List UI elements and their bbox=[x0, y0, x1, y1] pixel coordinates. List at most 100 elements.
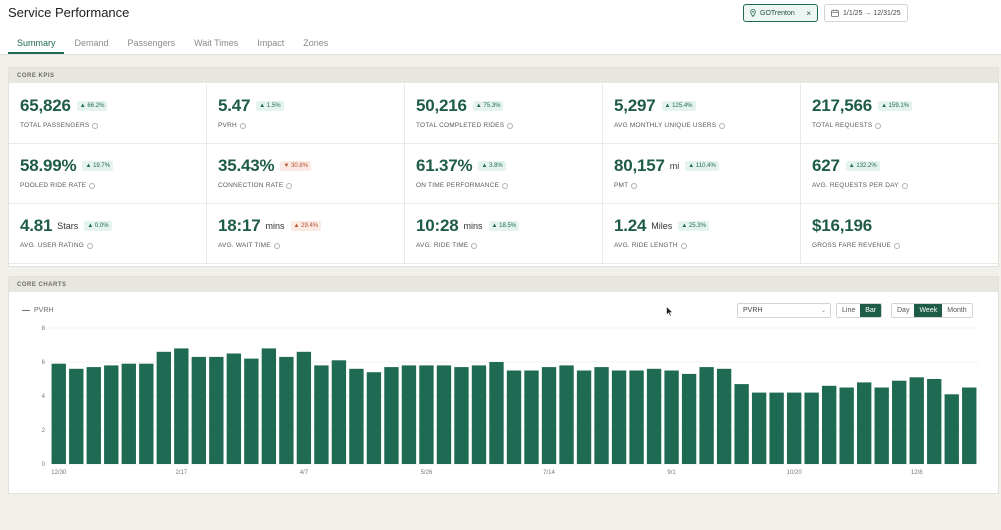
bar[interactable] bbox=[524, 370, 539, 465]
line-chart-button[interactable]: Line bbox=[837, 304, 861, 317]
kpi-label: ON TIME PERFORMANCE bbox=[416, 182, 500, 189]
bar[interactable] bbox=[226, 353, 242, 465]
bar[interactable] bbox=[559, 365, 574, 464]
kpi-card: 61.37% ▲ 3.8% ON TIME PERFORMANCE bbox=[405, 144, 603, 204]
core-kpis-section: CORE KPIS 65,826 ▲ 66.2% TOTAL PASSENGERS 5… bbox=[8, 67, 999, 267]
bar[interactable] bbox=[86, 367, 101, 464]
bar[interactable] bbox=[489, 362, 504, 464]
bar[interactable] bbox=[576, 370, 592, 465]
bar[interactable] bbox=[646, 368, 662, 464]
bar[interactable] bbox=[471, 365, 487, 464]
bar[interactable] bbox=[751, 392, 767, 464]
bar[interactable] bbox=[541, 367, 557, 464]
bar[interactable] bbox=[681, 373, 697, 464]
bar[interactable] bbox=[156, 351, 171, 464]
bar[interactable] bbox=[454, 367, 469, 464]
info-icon[interactable] bbox=[87, 242, 93, 249]
tab-bar: Summary Demand Passengers Wait Times Imp… bbox=[17, 38, 347, 48]
bar[interactable] bbox=[366, 372, 382, 464]
kpi-card: 627 ▲ 132.2% AVG. REQUESTS PER DAY bbox=[801, 144, 998, 204]
info-icon[interactable] bbox=[502, 182, 509, 189]
agency-filter-chip[interactable]: GOTrenton × bbox=[743, 4, 818, 22]
bar[interactable] bbox=[506, 370, 522, 465]
kpi-label: GROSS FARE REVENUE bbox=[812, 242, 892, 249]
bar[interactable] bbox=[874, 387, 889, 465]
bar[interactable] bbox=[909, 377, 924, 464]
bar[interactable] bbox=[734, 384, 749, 464]
bar[interactable] bbox=[51, 363, 66, 464]
kpi-value: 1.24 bbox=[614, 216, 647, 235]
bar[interactable] bbox=[664, 370, 679, 465]
bar[interactable] bbox=[244, 358, 259, 464]
bar[interactable] bbox=[944, 394, 959, 464]
bar[interactable] bbox=[611, 370, 627, 465]
bar[interactable] bbox=[261, 348, 277, 464]
info-icon[interactable] bbox=[273, 242, 280, 249]
info-icon[interactable] bbox=[894, 242, 901, 249]
bar[interactable] bbox=[174, 348, 189, 464]
kpi-change-badge: ▲ 75.3% bbox=[472, 101, 504, 111]
x-tick-label: 9/1 bbox=[667, 470, 676, 476]
bar[interactable] bbox=[716, 368, 732, 464]
bar[interactable] bbox=[857, 382, 872, 464]
week-button[interactable]: Week bbox=[914, 304, 943, 317]
bar[interactable] bbox=[401, 365, 417, 464]
info-icon[interactable] bbox=[507, 122, 514, 129]
tab-zones[interactable]: Zones bbox=[303, 38, 328, 48]
kpi-change-badge: ▲ 3.8% bbox=[478, 161, 506, 171]
tab-passengers[interactable]: Passengers bbox=[128, 38, 176, 48]
bar[interactable] bbox=[804, 392, 819, 464]
bar[interactable] bbox=[839, 387, 854, 465]
info-icon[interactable] bbox=[680, 242, 687, 249]
bar[interactable] bbox=[349, 368, 364, 464]
tab-wait-times[interactable]: Wait Times bbox=[194, 38, 238, 48]
info-icon[interactable] bbox=[901, 182, 908, 189]
tab-demand[interactable]: Demand bbox=[75, 38, 109, 48]
metric-select[interactable]: PVRH ⌄ bbox=[737, 303, 831, 318]
tab-impact[interactable]: Impact bbox=[257, 38, 284, 48]
bar[interactable] bbox=[139, 363, 154, 464]
kpi-value-row: 5,297 ▲ 125.4% bbox=[614, 96, 800, 116]
bar[interactable] bbox=[279, 356, 294, 464]
date-range-picker[interactable]: 1/1/25 → 12/31/25 bbox=[824, 4, 908, 22]
bar[interactable] bbox=[191, 356, 207, 464]
bar[interactable] bbox=[296, 351, 312, 464]
bar[interactable] bbox=[384, 367, 399, 464]
bar[interactable] bbox=[436, 365, 452, 464]
kpi-value-row: 58.99% ▲ 19.7% bbox=[20, 156, 206, 176]
info-icon[interactable] bbox=[719, 122, 726, 129]
bar[interactable] bbox=[786, 392, 802, 464]
info-icon[interactable] bbox=[875, 122, 882, 129]
info-icon[interactable] bbox=[631, 182, 638, 189]
kpi-value: 5.47 bbox=[218, 96, 251, 115]
bar[interactable] bbox=[962, 387, 977, 465]
info-icon[interactable] bbox=[92, 122, 99, 129]
kpi-change-badge: ▲ 159.1% bbox=[878, 101, 913, 111]
info-icon[interactable] bbox=[89, 182, 96, 189]
info-icon[interactable] bbox=[471, 242, 478, 249]
bar[interactable] bbox=[69, 368, 84, 464]
bar[interactable] bbox=[419, 365, 434, 464]
bar[interactable] bbox=[927, 379, 942, 464]
close-icon[interactable]: × bbox=[806, 9, 811, 18]
tab-summary[interactable]: Summary bbox=[17, 38, 56, 48]
bar[interactable] bbox=[699, 367, 714, 464]
bar[interactable] bbox=[104, 365, 119, 464]
bar[interactable] bbox=[121, 363, 136, 464]
day-button[interactable]: Day bbox=[892, 304, 915, 317]
bar[interactable] bbox=[892, 380, 907, 464]
kpi-card: 35.43% ▼ 30.8% CONNECTION RATE bbox=[207, 144, 405, 204]
info-icon[interactable] bbox=[286, 182, 293, 189]
bar-chart-button[interactable]: Bar bbox=[860, 304, 882, 317]
bar[interactable] bbox=[629, 370, 644, 465]
bar[interactable] bbox=[314, 365, 329, 464]
bar[interactable] bbox=[769, 392, 784, 464]
month-button[interactable]: Month bbox=[942, 304, 972, 317]
bar[interactable] bbox=[331, 360, 347, 464]
bar[interactable] bbox=[209, 356, 224, 464]
info-icon[interactable] bbox=[239, 122, 246, 129]
bar[interactable] bbox=[821, 385, 837, 464]
kpi-value-row: 35.43% ▼ 30.8% bbox=[218, 156, 404, 176]
bar[interactable] bbox=[594, 367, 609, 464]
kpi-label-row: AVG. REQUESTS PER DAY bbox=[812, 182, 998, 189]
